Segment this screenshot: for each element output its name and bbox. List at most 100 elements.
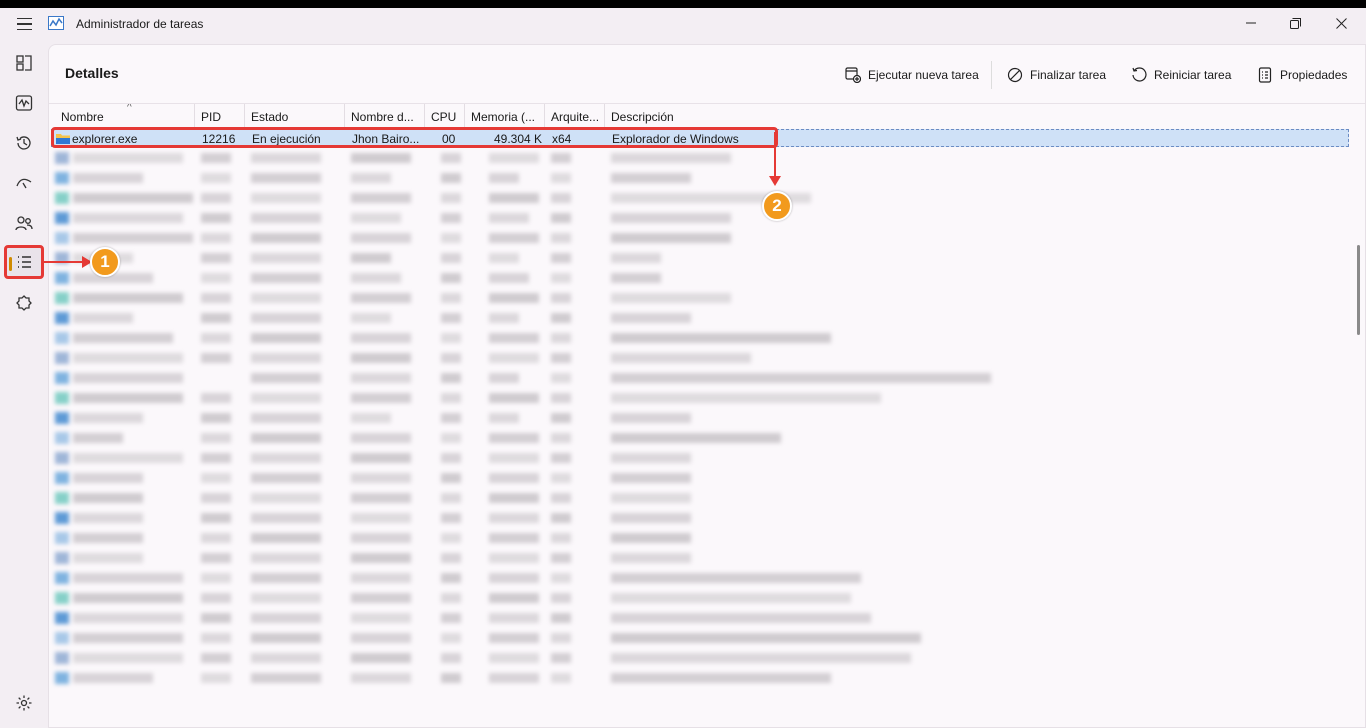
table-row[interactable]: [49, 268, 1365, 288]
table-row[interactable]: [49, 368, 1365, 388]
cell-arch: x64: [552, 132, 572, 146]
table-row[interactable]: [49, 188, 1365, 208]
table-row[interactable]: [49, 648, 1365, 668]
obscured-cell: [611, 333, 831, 343]
table-row[interactable]: [49, 668, 1365, 688]
obscured-cell: [611, 493, 691, 503]
obscured-cell: [551, 353, 571, 363]
obscured-cell: [251, 253, 321, 263]
obscured-cell: [489, 153, 539, 163]
obscured-cell: [551, 253, 571, 263]
obscured-cell: [73, 593, 183, 603]
obscured-cell: [251, 233, 321, 243]
table-row[interactable]: [49, 148, 1365, 168]
obscured-cell: [489, 213, 529, 223]
obscured-cell: [441, 333, 461, 343]
nav-services-icon[interactable]: [4, 286, 44, 320]
nav-performance-icon[interactable]: [4, 86, 44, 120]
column-header-status[interactable]: Estado: [245, 104, 345, 128]
table-row[interactable]: [49, 328, 1365, 348]
table-row[interactable]: [49, 348, 1365, 368]
properties-button[interactable]: Propiedades: [1257, 61, 1347, 89]
table-row[interactable]: [49, 228, 1365, 248]
nav-history-icon[interactable]: [4, 126, 44, 160]
obscured-cell: [73, 513, 143, 523]
obscured-cell: [489, 273, 529, 283]
minimize-icon[interactable]: [1228, 8, 1274, 38]
command-separator: [991, 61, 992, 89]
nav-processes-icon[interactable]: [4, 46, 44, 80]
table-row[interactable]: [49, 488, 1365, 508]
obscured-cell: [251, 473, 321, 483]
nav-users-icon[interactable]: [4, 206, 44, 240]
obscured-cell: [441, 193, 461, 203]
table-row[interactable]: [49, 608, 1365, 628]
close-icon[interactable]: [1318, 8, 1364, 38]
table-row[interactable]: [49, 548, 1365, 568]
obscured-cell: [441, 173, 461, 183]
table-row[interactable]: [49, 208, 1365, 228]
obscured-cell: [489, 333, 539, 343]
column-header-cpu[interactable]: CPU: [425, 104, 465, 128]
obscured-cell: [611, 593, 851, 603]
obscured-cell: [351, 233, 411, 243]
obscured-cell: [201, 513, 231, 523]
end-task-button[interactable]: Finalizar tarea: [1007, 61, 1106, 89]
table-row[interactable]: [49, 168, 1365, 188]
obscured-cell: [251, 553, 321, 563]
nav-details-icon[interactable]: [4, 245, 44, 279]
maximize-icon[interactable]: [1272, 8, 1318, 38]
column-name-label: Nombre: [61, 110, 104, 124]
hamburger-menu-icon[interactable]: [12, 12, 36, 36]
obscured-cell: [201, 253, 231, 263]
table-row-selected[interactable]: explorer.exe 12216 En ejecución Jhon Bai…: [51, 129, 1349, 147]
obscured-cell: [73, 353, 183, 363]
table-row[interactable]: [49, 248, 1365, 268]
obscured-cell: [611, 673, 831, 683]
table-row[interactable]: [49, 588, 1365, 608]
run-new-task-button[interactable]: Ejecutar nueva tarea: [845, 61, 979, 89]
obscured-cell: [489, 653, 539, 663]
table-row[interactable]: [49, 308, 1365, 328]
column-header-memory[interactable]: Memoria (...: [465, 104, 545, 128]
table-row[interactable]: [49, 468, 1365, 488]
obscured-cell: [201, 633, 231, 643]
obscured-cell: [551, 613, 571, 623]
column-header-description[interactable]: Descripción: [605, 104, 805, 128]
nav-startup-icon[interactable]: [4, 166, 44, 200]
obscured-cell: [73, 573, 183, 583]
table-row[interactable]: [49, 568, 1365, 588]
vertical-scrollbar[interactable]: [1357, 245, 1360, 335]
obscured-cell: [201, 213, 231, 223]
table-row[interactable]: [49, 388, 1365, 408]
table-row[interactable]: [49, 628, 1365, 648]
obscured-cell: [251, 193, 321, 203]
column-header-architecture[interactable]: Arquite...: [545, 104, 605, 128]
column-header-name[interactable]: Nombre ^: [55, 104, 195, 128]
gear-icon[interactable]: [4, 686, 44, 720]
obscured-cell: [251, 633, 321, 643]
table-row[interactable]: [49, 408, 1365, 428]
restart-task-button[interactable]: Reiniciar tarea: [1131, 61, 1231, 89]
process-icon: [55, 472, 69, 484]
obscured-cell: [441, 473, 461, 483]
column-header-user[interactable]: Nombre d...: [345, 104, 425, 128]
obscured-cell: [73, 633, 183, 643]
obscured-cell: [251, 213, 321, 223]
obscured-cell: [441, 413, 461, 423]
obscured-cell: [251, 573, 321, 583]
obscured-cell: [251, 333, 321, 343]
table-row[interactable]: [49, 508, 1365, 528]
column-header-pid[interactable]: PID: [195, 104, 245, 128]
table-row[interactable]: [49, 288, 1365, 308]
obscured-cell: [251, 273, 321, 283]
obscured-cell: [551, 173, 571, 183]
obscured-cell: [201, 653, 231, 663]
obscured-cell: [251, 653, 321, 663]
table-row[interactable]: [49, 428, 1365, 448]
active-indicator: [9, 257, 12, 271]
process-icon: [55, 372, 69, 384]
table-row[interactable]: [49, 448, 1365, 468]
table-row[interactable]: [49, 528, 1365, 548]
obscured-cell: [441, 553, 461, 563]
